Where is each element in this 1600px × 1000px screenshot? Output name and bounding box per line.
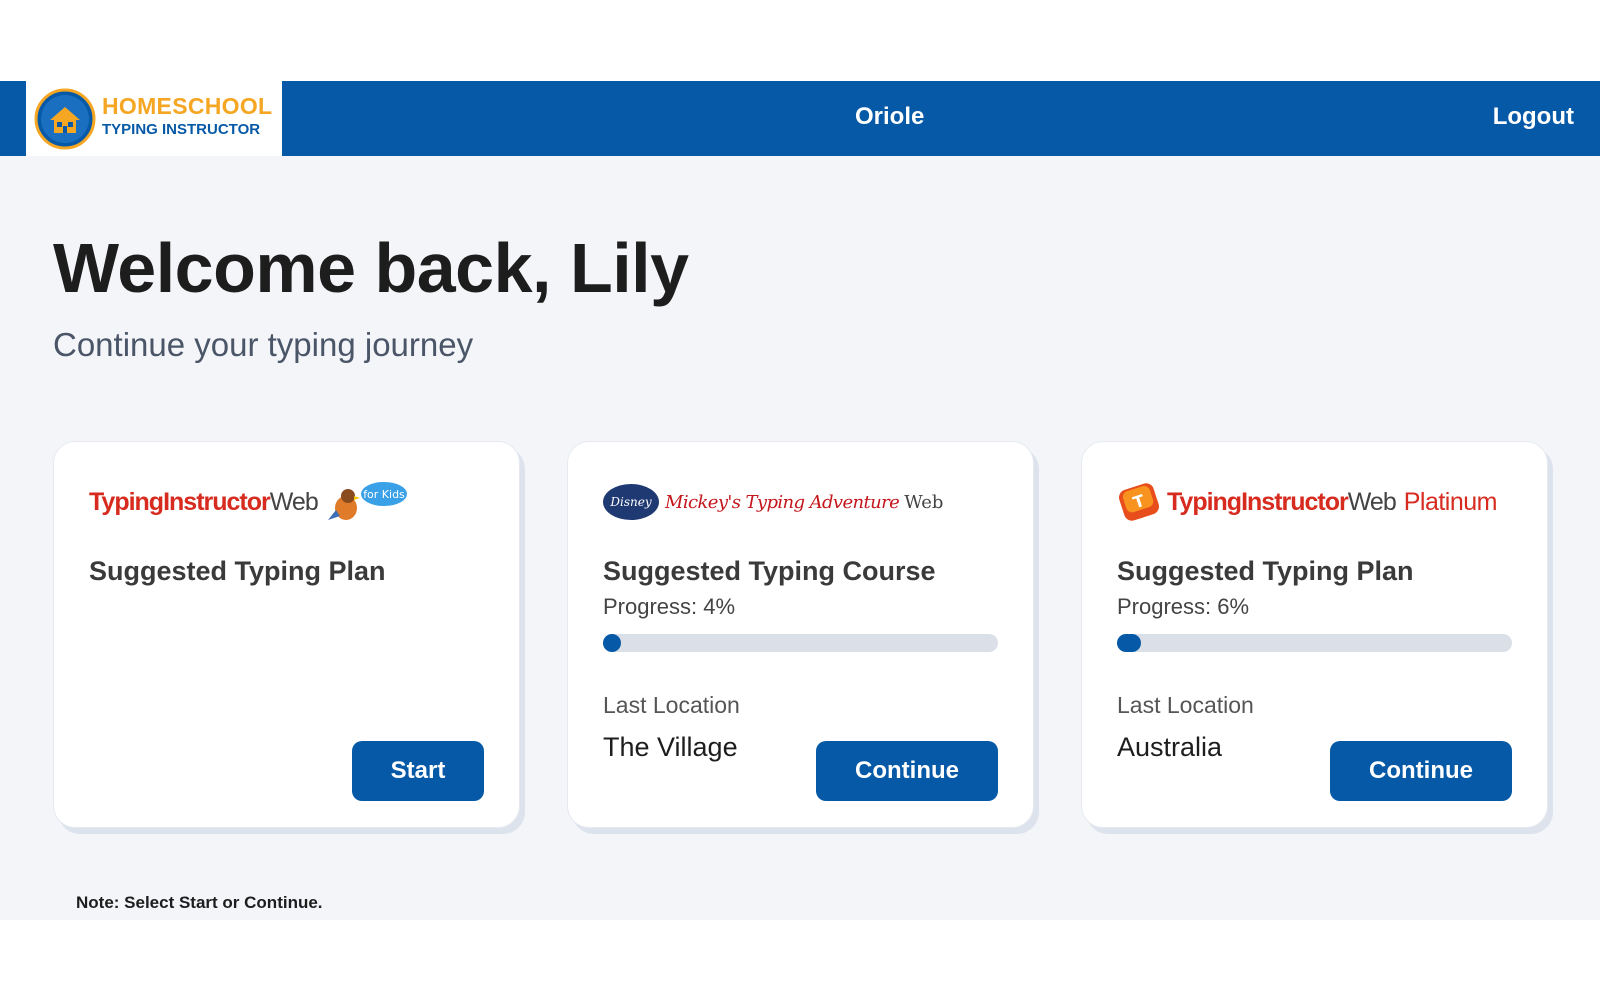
progress-bar [603,634,998,652]
logo-edition-text: Platinum [1403,487,1498,516]
kids-badge-text: for Kids [363,488,405,501]
last-location-value: Australia [1117,732,1223,762]
card-title: Suggested Typing Plan [89,556,386,586]
product-card-typing-instructor-platinum: T TypingInstructor Web Platinum Suggeste… [1081,441,1548,828]
last-location-label: Last Location [1117,692,1254,718]
product-card-mickeys-typing-adventure: Disney Mickey's Typing Adventure Web Sug… [567,441,1034,828]
progress-bar-fill [1117,634,1141,652]
logo-web-text: Web [1347,487,1397,516]
progress-text: Progress: 6% [1117,594,1250,619]
logo-web-text: Web [904,491,944,513]
disney-logo-badge: Disney [603,484,659,520]
logo-web-text: Web [269,487,319,516]
start-button[interactable]: Start [352,741,484,801]
logo-brand-text: Mickey's Typing Adventure [665,491,900,513]
logo-brand-text: TypingInstructor [89,487,271,516]
bird-mascot-icon: for Kids [327,482,407,520]
current-user-name: Oriole [855,103,925,130]
continue-button[interactable]: Continue [1330,741,1512,801]
logo-text: HOMESCHOOL TYPING INSTRUCTOR [102,93,273,138]
instruction-note: Note: Select Start or Continue. [76,893,323,912]
logo-text-typing-instructor: TYPING INSTRUCTOR [102,121,261,138]
last-location-value: The Village [603,732,738,762]
top-navigation-bar: HOMESCHOOL TYPING INSTRUCTOR Oriole Logo… [0,81,1600,156]
mickeys-typing-adventure-logo: Disney Mickey's Typing Adventure Web [603,480,943,524]
continue-button[interactable]: Continue [816,741,998,801]
t-key-icon: T [1119,483,1159,521]
card-title: Suggested Typing Course [603,556,936,586]
product-card-typing-instructor-kids: TypingInstructor Web for Kids Suggested … [53,441,520,828]
progress-text: Progress: 4% [603,594,736,619]
logo-text-homeschool: HOMESCHOOL [102,93,273,119]
typing-instructor-platinum-logo: T TypingInstructor Web Platinum [1117,480,1497,524]
last-location-label: Last Location [603,692,740,718]
typing-instructor-kids-logo: TypingInstructor Web for Kids [89,480,408,524]
homeschool-typing-instructor-logo[interactable]: HOMESCHOOL TYPING INSTRUCTOR [26,81,282,156]
main-content: Welcome back, Lily Continue your typing … [0,156,1600,920]
logo-brand-text: TypingInstructor [1167,487,1349,516]
welcome-title: Welcome back, Lily [53,229,689,307]
welcome-subtitle: Continue your typing journey [53,326,474,363]
logout-link[interactable]: Logout [1493,103,1574,131]
progress-bar [1117,634,1512,652]
progress-bar-fill [603,634,621,652]
homeschool-house-emblem-icon [34,88,96,150]
card-title: Suggested Typing Plan [1117,556,1414,586]
